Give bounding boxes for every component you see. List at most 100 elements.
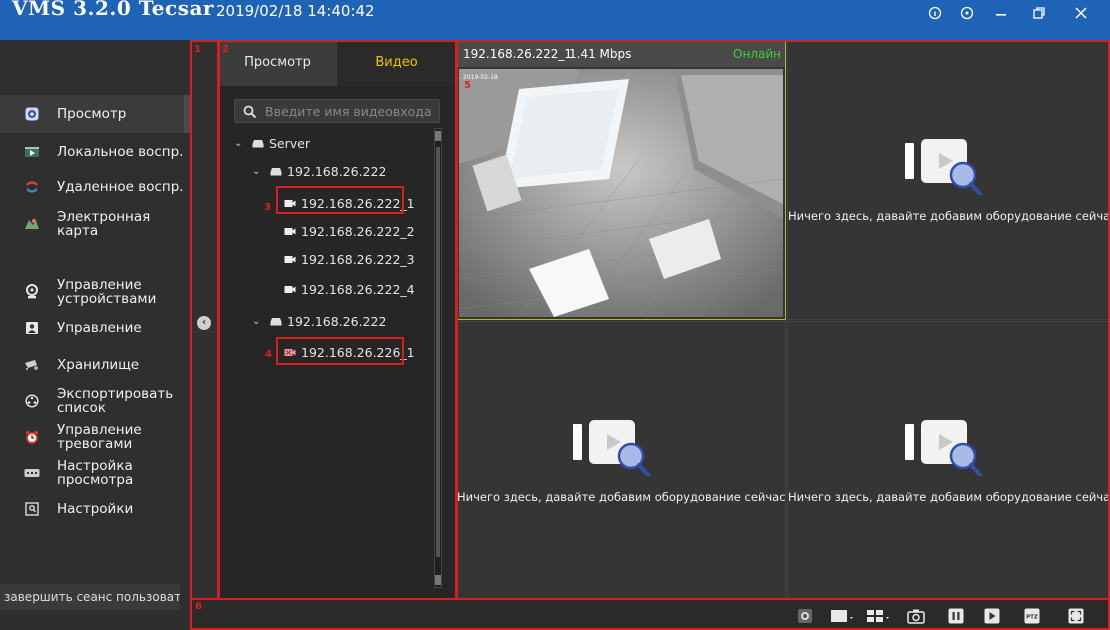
bottom-toolbar: PTZ [190, 600, 1110, 630]
camera-name: 192.168.26.222_1 [463, 47, 573, 61]
nvr-icon [270, 317, 282, 326]
scroll-down-arrow[interactable] [435, 575, 441, 585]
video-cell-header: 192.168.26.222_1 1.41 Mbps Онлайн [457, 41, 785, 67]
tree-node-label: 192.168.26.222_4 [301, 281, 415, 297]
nvr-icon [270, 167, 282, 176]
tree-group-device-1[interactable]: ⌄ 192.168.26.222 [252, 161, 386, 181]
tab-video[interactable]: Видео [337, 40, 456, 86]
remote-playback-icon [24, 179, 40, 195]
annotation-number-6: 6 [195, 601, 202, 612]
camera-channel-icon [284, 285, 296, 294]
play-icon[interactable] [982, 607, 1002, 625]
sidebar-item-label: Локальное воспр. [57, 144, 184, 160]
help-icon[interactable] [956, 4, 978, 26]
sidebar-item-remote-playback[interactable]: Удаленное воспр. [0, 168, 190, 206]
close-icon[interactable] [1070, 4, 1092, 26]
sidebar-item-alarm[interactable]: Управление тревогами [0, 418, 190, 456]
info-icon[interactable] [924, 4, 946, 26]
sidebar-item-device-management[interactable]: Управление устройствами [0, 273, 190, 311]
scrollbar-thumb[interactable] [436, 147, 440, 557]
sidebar-item-label: Управление [57, 320, 142, 336]
user-management-icon [24, 320, 40, 336]
sidebar-item-label: Экспортировать список [57, 386, 174, 416]
sidebar-item-view-settings[interactable]: Настройка просмотра [0, 454, 190, 492]
sidebar-item-live-view[interactable]: Просмотр [0, 95, 190, 133]
chevron-down-icon[interactable]: ⌄ [252, 316, 262, 327]
empty-cell-message: Ничего здесь, давайте добавим оборудован… [457, 490, 791, 504]
chevron-down-icon[interactable]: ⌄ [234, 138, 244, 149]
no-device-icon [905, 139, 983, 195]
video-cell-1[interactable]: 192.168.26.222_1 1.41 Mbps Онлайн 2019-0… [456, 40, 786, 320]
ptz-label: PTZ [1026, 615, 1038, 621]
emap-icon [24, 216, 40, 232]
sidebar-collapse-strip: ‹ [190, 40, 218, 600]
search-input[interactable] [265, 102, 437, 120]
tab-live-view[interactable]: Просмотр [218, 40, 337, 86]
sidebar-item-local-playback[interactable]: Локальное воспр. [0, 133, 190, 171]
tree-channel-1[interactable]: 192.168.26.222_1 [284, 193, 415, 213]
annotation-number-5: 5 [464, 80, 471, 91]
tree-node-label: 192.168.26.222 [287, 313, 387, 329]
snapshot-rec-icon[interactable] [795, 607, 815, 625]
local-playback-icon [24, 144, 40, 160]
tree-node-label: Server [269, 135, 310, 151]
device-panel: Просмотр Видео ⌄ Server ⌄ 192.168.26.222 [218, 40, 456, 600]
sidebar-item-emap[interactable]: Электронная карта [0, 205, 190, 243]
device-management-icon [24, 284, 40, 300]
chevron-down-icon[interactable]: ⌄ [252, 166, 262, 177]
camera-icon[interactable] [906, 607, 926, 625]
video-grid: 192.168.26.222_1 1.41 Mbps Онлайн 2019-0… [456, 40, 1110, 600]
sidebar-item-label: Настройка просмотра [57, 458, 134, 488]
tree-node-label: 192.168.26.222 [287, 163, 387, 179]
video-cell-3[interactable]: Ничего здесь, давайте добавим оборудован… [456, 321, 791, 600]
sidebar-item-label: Электронная карта [57, 209, 151, 239]
live-view-icon [24, 106, 40, 122]
system-datetime: 2019/02/18 14:40:42 [216, 2, 375, 20]
ptz-icon[interactable]: PTZ [1022, 607, 1042, 625]
camera-bitrate: 1.41 Mbps [569, 47, 632, 61]
tree-channel-4[interactable]: 192.168.26.222_4 [284, 279, 415, 299]
annotation-number-4: 4 [265, 349, 272, 360]
tree-scrollbar[interactable] [434, 128, 442, 588]
fullscreen-icon[interactable] [1066, 607, 1086, 625]
sidebar-item-label: Управление устройствами [57, 277, 157, 307]
sidebar-item-storage[interactable]: Хранилище [0, 346, 190, 384]
video-cell-2[interactable]: Ничего здесь, давайте добавим оборудован… [787, 40, 1110, 320]
annotation-number-2: 2 [222, 44, 229, 55]
camera-channel-icon [284, 227, 296, 236]
tree-node-label: 192.168.26.222_3 [301, 251, 415, 267]
logout-button[interactable]: завершить сеанс пользовател [0, 584, 180, 610]
tree-group-device-2[interactable]: ⌄ 192.168.26.222 [252, 311, 386, 331]
scroll-up-arrow[interactable] [435, 131, 441, 141]
title-bar: VMS 3.2.0 Tecsar 2019/02/18 14:40:42 [0, 0, 1110, 40]
sidebar-item-label: Хранилище [57, 357, 140, 373]
video-cell-4[interactable]: Ничего здесь, давайте добавим оборудован… [787, 321, 1110, 600]
sidebar-item-settings[interactable]: Настройки [0, 490, 190, 528]
pause-icon[interactable] [946, 607, 966, 625]
sidebar: Просмотр Локальное воспр. Удаленное восп… [0, 40, 190, 610]
annotation-number-1: 1 [194, 44, 201, 55]
server-icon [252, 139, 264, 148]
minimize-icon[interactable] [990, 4, 1012, 26]
tree-node-label: 192.168.26.226_1 [301, 344, 415, 360]
layout-grid-icon[interactable] [866, 607, 892, 625]
sidebar-item-export[interactable]: Экспортировать список [0, 382, 190, 420]
storage-icon [24, 357, 40, 373]
tree-channel-offline[interactable]: 192.168.26.226_1 [284, 342, 415, 362]
alarm-icon [24, 429, 40, 445]
collapse-arrow-icon[interactable]: ‹ [197, 316, 211, 330]
sidebar-item-label: Просмотр [57, 106, 127, 122]
no-device-icon [905, 420, 983, 476]
annotation-number-3: 3 [264, 202, 271, 213]
tree-channel-2[interactable]: 192.168.26.222_2 [284, 221, 415, 241]
sidebar-item-user-management[interactable]: Управление [0, 309, 190, 347]
sidebar-item-label: Настройки [57, 501, 134, 517]
view-settings-icon [24, 465, 40, 481]
tree-root-server[interactable]: ⌄ Server [234, 133, 310, 153]
camera-status: Онлайн [733, 47, 781, 61]
tree-channel-3[interactable]: 192.168.26.222_3 [284, 249, 415, 269]
tree-node-label: 192.168.26.222_2 [301, 223, 415, 239]
layout-single-icon[interactable] [830, 607, 856, 625]
restore-icon[interactable] [1028, 4, 1050, 26]
empty-cell-message: Ничего здесь, давайте добавим оборудован… [788, 490, 1110, 504]
